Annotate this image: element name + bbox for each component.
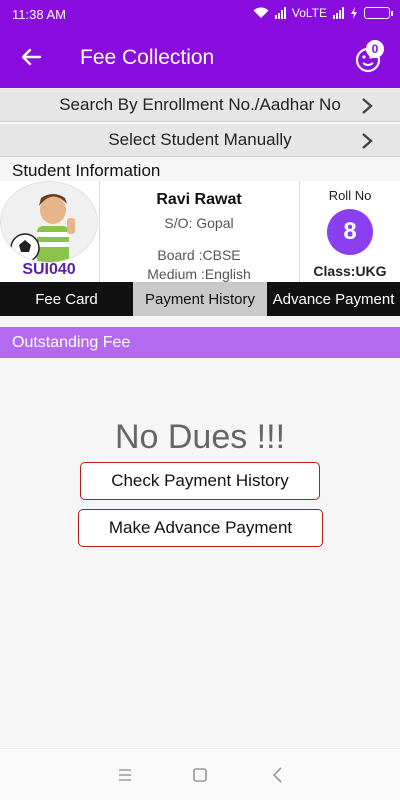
check-payment-history-button[interactable]: Check Payment History xyxy=(80,462,320,500)
search-by-enrollment-row[interactable]: Search By Enrollment No./Aadhar No xyxy=(0,89,400,122)
student-medium: Medium :English xyxy=(147,266,251,282)
student-details: Ravi Rawat S/O: Gopal Board :CBSE Medium… xyxy=(100,191,298,282)
enrollment-number: SUI040 xyxy=(22,261,76,278)
notification-badge: 0 xyxy=(366,40,384,58)
status-bar: 11:38 AM VoLTE xyxy=(0,0,400,28)
student-board: Board :CBSE xyxy=(157,247,241,263)
fee-tabs: Fee Card Payment History Advance Payment xyxy=(0,282,400,316)
select-student-label: Select Student Manually xyxy=(108,130,292,149)
charging-icon xyxy=(351,7,357,19)
tab-fee-card[interactable]: Fee Card xyxy=(0,282,133,316)
system-nav-bar xyxy=(0,748,400,800)
chevron-right-icon xyxy=(362,133,373,149)
status-time: 11:38 AM xyxy=(12,7,66,22)
roll-box: Roll No 8 Class:UKG xyxy=(300,181,400,279)
page-title: Fee Collection xyxy=(80,46,215,69)
student-info-heading: Student Information xyxy=(12,161,161,180)
student-photo xyxy=(0,181,98,263)
outstanding-fee-header: Outstanding Fee xyxy=(0,327,400,358)
student-info-card: SUI040 Ravi Rawat S/O: Gopal Board :CBSE… xyxy=(0,181,400,282)
chevron-right-icon xyxy=(362,98,373,114)
select-student-row[interactable]: Select Student Manually xyxy=(0,124,400,157)
battery-icon xyxy=(364,7,393,19)
make-advance-payment-button[interactable]: Make Advance Payment xyxy=(78,509,323,547)
no-dues-message: No Dues !!! xyxy=(114,418,286,456)
signal-icon xyxy=(274,7,286,19)
roll-number-badge: 8 xyxy=(327,209,373,255)
student-name: Ravi Rawat xyxy=(156,191,242,208)
status-icons: VoLTE xyxy=(253,6,393,20)
signal-icon xyxy=(333,7,344,19)
home-icon[interactable] xyxy=(190,765,210,785)
system-back-icon[interactable] xyxy=(268,765,288,785)
tab-advance-payment[interactable]: Advance Payment xyxy=(267,282,400,316)
back-arrow-icon[interactable] xyxy=(16,42,46,72)
network-type: VoLTE xyxy=(291,6,327,20)
student-parent: S/O: Gopal xyxy=(164,215,234,231)
roll-label: Roll No xyxy=(328,188,372,203)
app-bar: Fee Collection 0 xyxy=(0,28,400,88)
student-class: Class:UKG xyxy=(313,263,387,279)
tab-payment-history[interactable]: Payment History xyxy=(133,282,267,316)
recents-icon[interactable] xyxy=(115,765,135,785)
wifi-icon xyxy=(253,7,269,18)
search-by-enrollment-label: Search By Enrollment No./Aadhar No xyxy=(59,95,341,114)
